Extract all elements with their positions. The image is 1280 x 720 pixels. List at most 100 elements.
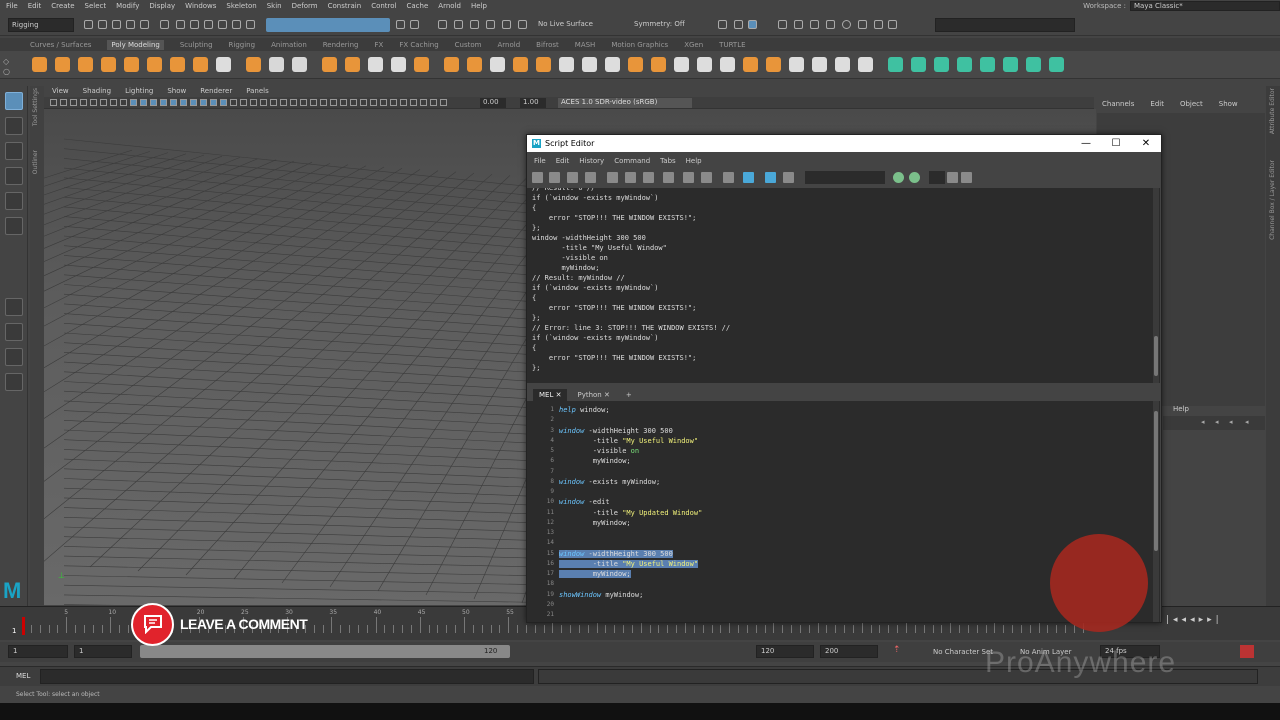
render-settings-icon[interactable] [858,20,867,29]
viewport-tool-icon[interactable] [390,99,397,106]
channel-menu-channels[interactable]: Channels [1102,100,1134,108]
command-input[interactable] [40,669,534,684]
script-editor-titlebar[interactable]: M Script Editor — ☐ ✕ [527,135,1161,152]
viewport-tool-icon[interactable] [360,99,367,106]
script-menu-command[interactable]: Command [614,157,650,165]
shelf-tab[interactable]: MASH [575,41,596,49]
shelf-tab[interactable]: Sculpting [180,41,213,49]
shelf-tool-icon[interactable] [55,57,70,72]
shelf-tool-icon[interactable] [674,57,689,72]
menu-modify[interactable]: Modify [116,2,139,10]
construction-history-icon[interactable] [748,20,757,29]
viewport-menu-show[interactable]: Show [167,87,186,95]
menu-file[interactable]: File [6,2,18,10]
script-tool-icon[interactable] [643,172,654,183]
viewport-tool-icon[interactable] [220,99,227,106]
max-end-field[interactable]: 200 [820,645,878,658]
viewport-tool-icon[interactable] [70,99,77,106]
shelf-tool-icon[interactable] [490,57,505,72]
viewport-tool-icon[interactable] [290,99,297,106]
colorspace-dropdown[interactable]: ACES 1.0 SDR-video (sRGB) [558,98,692,108]
history-scrollbar[interactable] [1153,188,1159,383]
viewport-tool-icon[interactable] [170,99,177,106]
viewport-tool-icon[interactable] [370,99,377,106]
shelf-tool-icon[interactable] [345,57,360,72]
script-menu-tabs[interactable]: Tabs [660,157,676,165]
viewport-tool-icon[interactable] [330,99,337,106]
shelf-tool-icon[interactable] [170,57,185,72]
gamma-field[interactable]: 1.00 [520,98,546,108]
viewport-tool-icon[interactable] [80,99,87,106]
command-language-label[interactable]: MEL [16,672,30,680]
two-view-layout-icon[interactable] [5,348,23,366]
shelf-tab[interactable]: Bifrost [536,41,559,49]
tool-settings-tab[interactable]: Tool Settings [32,88,39,126]
shelf-tab[interactable]: Rendering [323,41,359,49]
script-tool-icon[interactable] [783,172,794,183]
close-button[interactable]: ✕ [1131,135,1161,152]
shelf-tool-icon[interactable] [911,57,926,72]
shelf-tool-icon[interactable] [628,57,643,72]
move-tool-icon[interactable] [5,167,23,185]
viewport-tool-icon[interactable] [240,99,247,106]
magnet-icon[interactable] [470,20,479,29]
menu-set-dropdown[interactable]: Rigging [8,18,74,32]
close-tab-icon[interactable]: ✕ [604,391,610,399]
maximize-button[interactable]: ☐ [1101,135,1131,152]
viewport-tool-icon[interactable] [200,99,207,106]
lasso-tool-icon[interactable] [5,117,23,135]
open-scene-icon[interactable] [84,20,93,29]
menu-select[interactable]: Select [85,2,107,10]
viewport-tool-icon[interactable] [260,99,267,106]
magnet-icon[interactable] [438,20,447,29]
script-tool-icon[interactable] [663,172,674,183]
snap-toggles[interactable] [266,18,390,32]
menu-deform[interactable]: Deform [292,2,318,10]
layer-option-icon[interactable]: ◂ [1215,418,1219,426]
shelf-tab[interactable]: Curves / Surfaces [30,41,91,49]
viewport-tool-icon[interactable] [280,99,287,106]
shelf-tool-icon[interactable] [124,57,139,72]
save-scene-icon[interactable] [112,20,121,29]
loop-icon[interactable] [1240,645,1254,658]
render-icon[interactable] [778,20,787,29]
viewport-tool-icon[interactable] [310,99,317,106]
snap-icon[interactable] [410,20,419,29]
script-tool-icon[interactable] [532,172,543,183]
render-icon[interactable] [810,20,819,29]
input-scrollbar[interactable] [1153,401,1159,622]
viewport-tool-icon[interactable] [180,99,187,106]
script-tool-icon[interactable] [683,172,694,183]
viewport-tool-icon[interactable] [250,99,257,106]
live-surface-label[interactable]: No Live Surface [538,20,593,28]
viewport-tool-icon[interactable] [190,99,197,106]
shelf-tool-icon[interactable] [582,57,597,72]
channel-menu-object[interactable]: Object [1180,100,1203,108]
exposure-field[interactable]: 0.00 [480,98,506,108]
history-icon[interactable] [718,20,727,29]
shelf-tool-icon[interactable] [651,57,666,72]
viewport-tool-icon[interactable] [340,99,347,106]
shelf-tool-icon[interactable] [536,57,551,72]
shelf-tool-icon[interactable] [1003,57,1018,72]
viewport-tool-icon[interactable] [430,99,437,106]
shelf-tool-icon[interactable] [414,57,429,72]
attribute-editor-tab[interactable]: Attribute Editor [1269,88,1276,134]
shelf-tab[interactable]: Animation [271,41,307,49]
viewport-tool-icon[interactable] [350,99,357,106]
viewport-tool-icon[interactable] [440,99,447,106]
script-tool-icon[interactable] [961,172,972,183]
tab-python[interactable]: Python ✕ [571,389,615,401]
select-hierarchy-icon[interactable] [160,20,169,29]
shelf-tool-icon[interactable] [559,57,574,72]
shelf-tool-icon[interactable] [101,57,116,72]
shelf-tab[interactable]: FX [375,41,384,49]
viewport-tool-icon[interactable] [380,99,387,106]
shelf-tool-icon[interactable] [858,57,873,72]
script-tool-icon[interactable] [625,172,636,183]
script-tool-icon[interactable] [743,172,754,183]
script-tool-icon[interactable] [723,172,734,183]
shelf-tab[interactable]: TURTLE [719,41,745,49]
minimize-button[interactable]: — [1071,135,1101,152]
close-tab-icon[interactable]: ✕ [556,391,562,399]
